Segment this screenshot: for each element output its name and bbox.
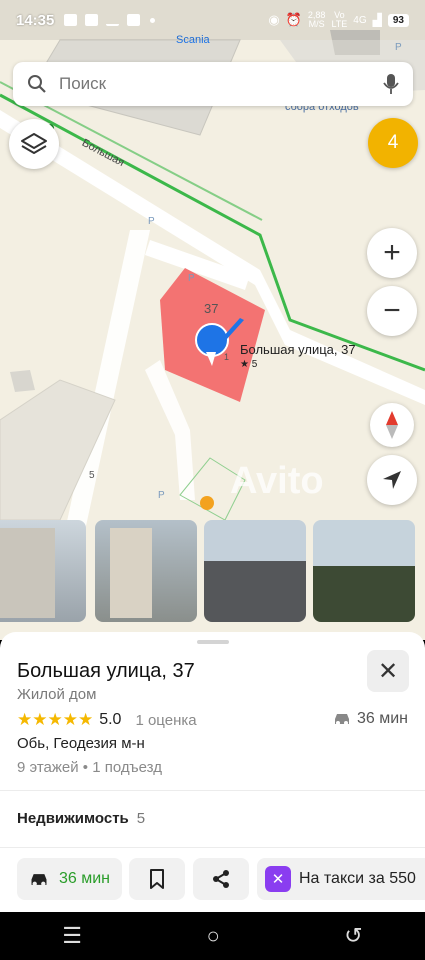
selected-address-label: Большая улица, 37 [240,342,356,357]
house-number-label: 37 [204,301,219,316]
photo-gallery[interactable] [0,520,425,622]
car-icon [334,714,349,725]
navigation-arrow-icon [383,471,401,489]
plus-icon: + [383,236,401,269]
shield-icon [85,14,99,26]
bookmark-icon [150,869,164,889]
layers-button[interactable] [9,119,59,169]
microphone-icon[interactable] [383,73,399,95]
pin-small-label: 1 [224,352,230,362]
place-address: Обь, Геодезия м-н [17,735,145,752]
notifications-badge[interactable]: 4 [368,118,418,168]
signal-icon: ▟ [372,13,382,27]
watermark: Avito [230,460,324,502]
rating[interactable]: ★★★★★ 5.0 1 оценка [17,710,197,730]
status-time: 14:35 [16,11,55,29]
share-button[interactable] [193,858,249,900]
place-type: Жилой дом [17,686,97,703]
back-icon[interactable]: ↺ [344,923,362,949]
check-icon [106,14,120,26]
bookmark-button[interactable] [129,858,185,900]
image-icon [127,14,141,26]
net-speed: 2,88 М/S [307,10,326,29]
car-icon [31,873,47,886]
parking-label: P [395,42,402,53]
taxi-button[interactable]: ✕ На такси за 550 [257,858,425,900]
drive-time: 36 мин [333,710,408,728]
zoom-out-button[interactable]: − [367,286,417,336]
taxi-label: На такси за 550 [299,870,416,887]
taxi-icon: ✕ [265,866,291,892]
route-button[interactable]: 36 мин [17,858,122,900]
search-icon [28,75,46,93]
parking-label: P [188,273,195,284]
home-icon[interactable]: ○ [206,923,219,949]
place-details: 9 этажей • 1 подъезд [17,759,162,776]
real-estate-row[interactable]: Недвижимость 5 [17,810,145,827]
status-bar: 14:35 ◉ ⏰ 2,88 М/S Vo LTE 4G ▟ 93 [0,0,425,40]
photo-thumbnail[interactable] [204,520,306,622]
rating-stars: ★★★★★ [17,710,94,729]
place-card: Большая улица, 37 ✕ Жилой дом ★★★★★ 5.0 … [0,632,425,912]
my-location-button[interactable] [367,455,417,505]
number-label: 5 [89,470,95,481]
divider [0,790,425,791]
location-icon: ◉ [268,12,280,27]
search-input[interactable] [59,74,383,94]
close-button[interactable]: ✕ [367,650,409,692]
alarm-icon: ⏰ [285,12,302,27]
photo-thumbnail[interactable] [95,520,197,622]
minus-icon: − [383,294,401,327]
rating-count: 1 оценка [135,711,197,729]
compass-button[interactable] [370,403,414,447]
photo-thumbnail[interactable] [313,520,415,622]
system-nav-bar: ☰ ○ ↺ [0,912,425,960]
parking-label: P [158,490,165,501]
route-time: 36 мин [58,870,110,887]
signal-label: 4G [353,14,367,26]
layers-icon [21,133,47,154]
divider [0,847,425,848]
share-icon [213,870,229,888]
parking-label: P [148,216,155,227]
close-icon: ✕ [377,657,399,685]
place-title: Большая улица, 37 [17,660,195,682]
action-bar: 36 мин ✕ На такси за 550 [0,858,425,900]
more-dot-icon [150,17,156,23]
search-bar[interactable] [13,62,413,106]
drag-handle[interactable] [197,640,229,644]
drive-time-value: 36 мин [356,710,408,727]
photo-thumbnail[interactable] [0,520,86,622]
selected-rating-label: ★ 5 [240,359,258,370]
rating-value: 5.0 [99,711,122,728]
compass-icon [386,411,398,439]
zoom-in-button[interactable]: + [367,228,417,278]
net-type: Vo LTE [331,10,348,29]
real-estate-count: 5 [136,810,146,827]
real-estate-label: Недвижимость [17,810,129,827]
battery-indicator: 93 [387,13,409,27]
recent-apps-icon[interactable]: ☰ [62,923,82,949]
calendar-icon [64,14,78,26]
